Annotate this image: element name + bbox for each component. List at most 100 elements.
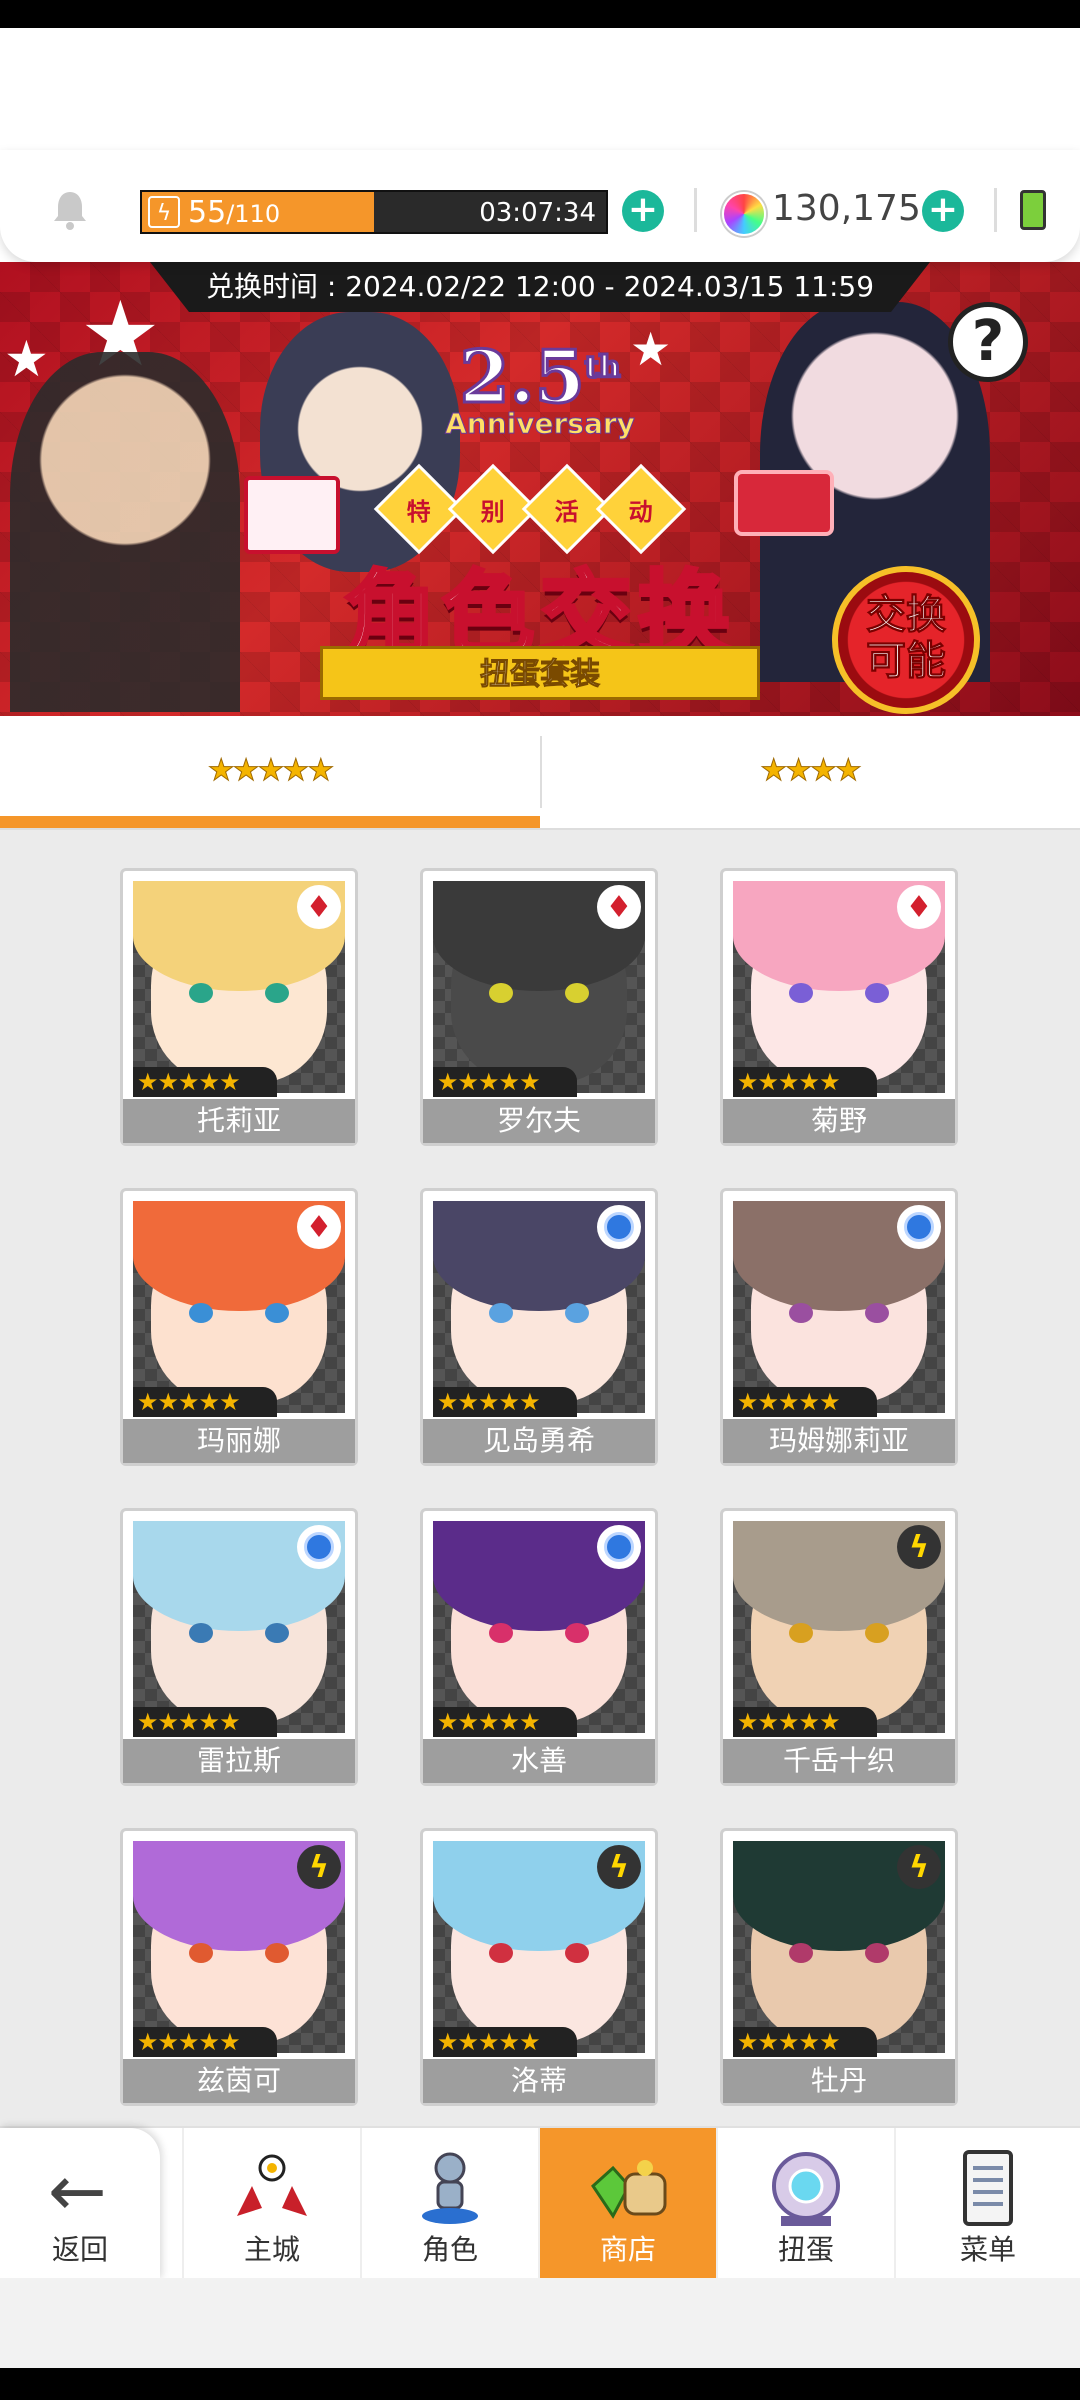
character-art-left — [10, 352, 240, 712]
character-card[interactable]: ♦ ★★★★★ 玛丽娜 — [120, 1188, 358, 1466]
lightning-icon: ϟ — [148, 196, 180, 228]
gem-icon — [722, 192, 766, 236]
water-element-icon — [597, 1525, 641, 1569]
event-banner: ★ ★ ★ 兑换时间 : 2024.02/22 12:00 - 2024.03/… — [0, 262, 1080, 716]
diamond-element-icon: ♦ — [297, 885, 341, 929]
nav-label: 菜单 — [959, 2233, 1016, 2266]
portrait-eyes — [789, 1943, 889, 1963]
lightning-element-icon: ϟ — [897, 1845, 941, 1889]
add-stamina-button[interactable]: + — [622, 190, 664, 232]
character-card[interactable]: ★★★★★ 雷拉斯 — [120, 1508, 358, 1786]
portrait-eyes — [489, 1623, 589, 1643]
rarity-stars: ★★★★★ — [133, 1067, 277, 1097]
water-element-icon — [297, 1525, 341, 1569]
character-name: 雷拉斯 — [123, 1739, 355, 1783]
rarity-tabs: ★★★★★ ★★★★ — [0, 716, 1080, 830]
tab-four-star[interactable]: ★★★★ — [540, 716, 1080, 828]
rarity-stars: ★★★★★ — [133, 1707, 277, 1737]
rarity-stars: ★★★★★ — [733, 1707, 877, 1737]
anniversary-logo: 2.5th Anniversary — [445, 334, 636, 441]
diamond-element-icon: ♦ — [597, 885, 641, 929]
rarity-stars: ★★★★★ — [433, 1387, 577, 1417]
divider — [994, 188, 997, 232]
gem-count: 130,175 — [772, 188, 921, 229]
character-portrait: ♦ — [433, 881, 645, 1093]
rarity-stars: ★★★★★ — [433, 2027, 577, 2057]
character-card[interactable]: ϟ ★★★★★ 兹茵可 — [120, 1828, 358, 2106]
character-portrait — [733, 1201, 945, 1413]
four-star-icon: ★★★★ — [760, 753, 863, 789]
nav-label: 主城 — [243, 2233, 300, 2266]
portrait-eyes — [789, 983, 889, 1003]
character-card[interactable]: ♦ ★★★★★ 菊野 — [720, 868, 958, 1146]
stamina-timer: 03:07:34 — [479, 198, 596, 228]
character-card[interactable]: ♦ ★★★★★ 托莉亚 — [120, 868, 358, 1146]
character-card[interactable]: ϟ ★★★★★ 牡丹 — [720, 1828, 958, 2106]
banner-subtitle: 扭蛋套装 — [320, 646, 760, 700]
character-name: 托莉亚 — [123, 1099, 355, 1143]
water-element-icon — [897, 1205, 941, 1249]
character-card[interactable]: ★★★★★ 水善 — [420, 1508, 658, 1786]
character-card[interactable]: ϟ ★★★★★ 千岳十织 — [720, 1508, 958, 1786]
event-tag: 动 — [599, 467, 683, 551]
nav-item-menu[interactable]: 菜单 — [894, 2128, 1080, 2280]
shop-icon — [591, 2160, 667, 2219]
nav-item-gacha[interactable]: 扭蛋 — [716, 2128, 894, 2280]
tab-five-star[interactable]: ★★★★★ — [0, 716, 540, 828]
exchange-period: 兑换时间 : 2024.02/22 12:00 - 2024.03/15 11:… — [150, 262, 930, 312]
add-gems-button[interactable]: + — [922, 190, 964, 232]
rarity-stars: ★★★★★ — [733, 2027, 877, 2057]
character-portrait: ϟ — [133, 1841, 345, 2053]
bell-icon[interactable] — [48, 188, 92, 232]
nav-item-characters[interactable]: 角色 — [360, 2128, 538, 2280]
character-name: 牡丹 — [723, 2059, 955, 2103]
portrait-eyes — [189, 1943, 289, 1963]
character-name: 玛姆娜莉亚 — [723, 1419, 955, 1463]
character-card[interactable]: ϟ ★★★★★ 洛蒂 — [420, 1828, 658, 2106]
character-name: 罗尔夫 — [423, 1099, 655, 1143]
character-card[interactable]: ★★★★★ 见岛勇希 — [420, 1188, 658, 1466]
help-button[interactable]: ? — [948, 302, 1028, 382]
character-name: 洛蒂 — [423, 2059, 655, 2103]
character-card[interactable]: ♦ ★★★★★ 罗尔夫 — [420, 868, 658, 1146]
character-name: 菊野 — [723, 1099, 955, 1143]
character-name: 见岛勇希 — [423, 1419, 655, 1463]
battery-icon — [1020, 190, 1046, 230]
rarity-stars: ★★★★★ — [133, 1387, 277, 1417]
portrait-eyes — [489, 1943, 589, 1963]
system-status-bar — [0, 0, 1080, 28]
character-icon — [422, 2152, 478, 2224]
character-portrait — [133, 1521, 345, 1733]
character-card[interactable]: ★★★★★ 玛姆娜莉亚 — [720, 1188, 958, 1466]
character-portrait: ♦ — [133, 881, 345, 1093]
character-portrait — [433, 1201, 645, 1413]
event-tag: 别 — [451, 467, 535, 551]
character-portrait: ϟ — [733, 1841, 945, 2053]
rarity-stars: ★★★★★ — [733, 1067, 877, 1097]
character-portrait: ϟ — [433, 1841, 645, 2053]
stamina-value: 55/110 — [188, 195, 281, 230]
star-decoration-icon: ★ — [4, 330, 49, 388]
character-portrait: ♦ — [733, 881, 945, 1093]
rarity-stars: ★★★★★ — [433, 1067, 577, 1097]
water-element-icon — [597, 1205, 641, 1249]
portrait-eyes — [489, 1303, 589, 1323]
gacha-icon — [772, 2152, 840, 2226]
back-label: 返回 — [51, 2233, 108, 2266]
portrait-eyes — [189, 1623, 289, 1643]
portrait-eyes — [789, 1623, 889, 1643]
event-tag: 特 — [377, 467, 461, 551]
character-portrait — [433, 1521, 645, 1733]
back-button[interactable]: ← 返回 — [0, 2128, 160, 2280]
character-portrait: ♦ — [133, 1201, 345, 1413]
character-grid: ♦ ★★★★★ 托莉亚 ♦ ★★★★★ 罗尔夫 ♦ ★★★★★ 菊野 ♦ ★★★★★ 玛丽娜 ★★★★★… — [0, 830, 1080, 2126]
event-tags: 特 别 活 动 — [377, 467, 683, 551]
castle-icon — [237, 2154, 307, 2216]
divider — [694, 188, 697, 232]
resource-header: ϟ 55/110 03:07:34 + 130,175 + — [0, 150, 1080, 262]
nav-label: 扭蛋 — [777, 2233, 834, 2266]
diamond-element-icon: ♦ — [897, 885, 941, 929]
nav-item-main-city[interactable]: 主城 — [182, 2128, 360, 2280]
nav-item-shop[interactable]: 商店 — [538, 2128, 716, 2280]
bottom-navigation: ← 返回 主城 角色 商店 扭蛋 菜单 — [0, 2126, 1080, 2280]
